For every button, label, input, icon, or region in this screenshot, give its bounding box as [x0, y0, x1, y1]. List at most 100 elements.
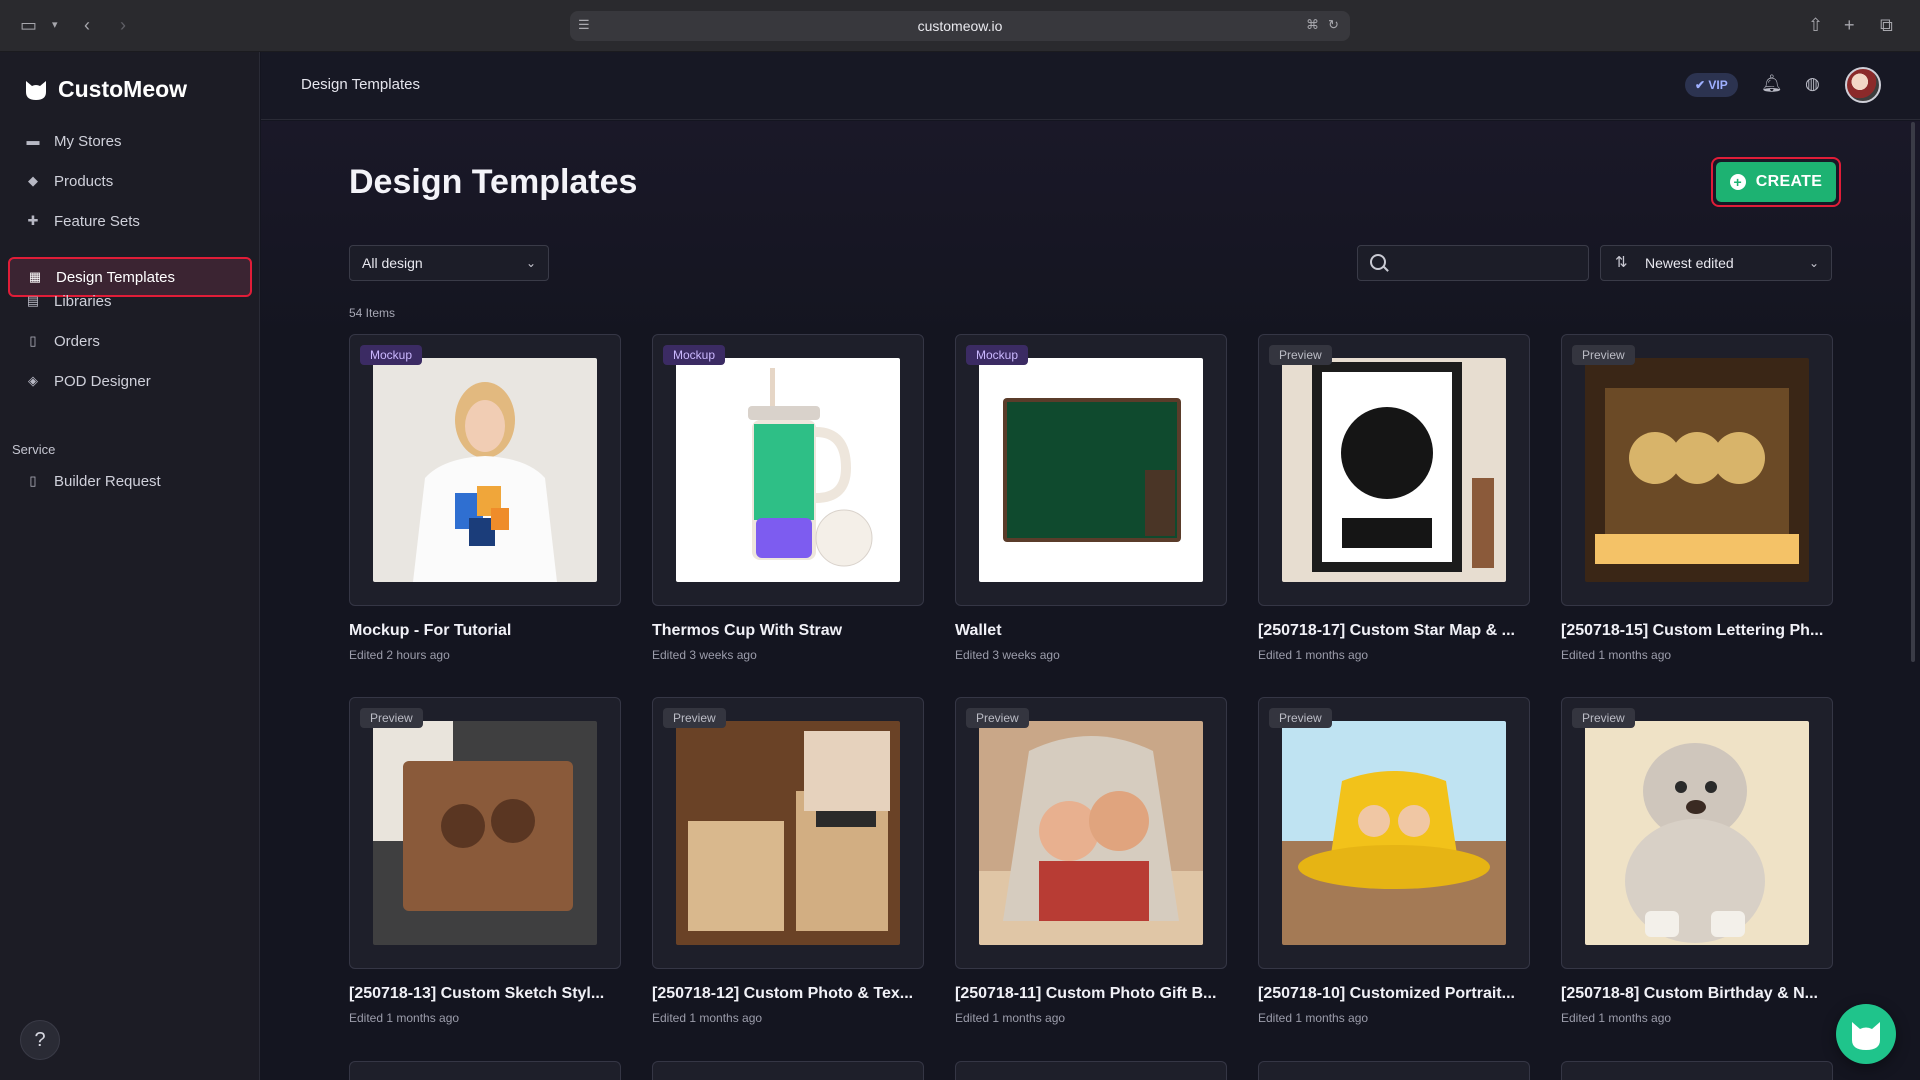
cat-logo-icon	[26, 80, 46, 100]
template-card[interactable]: Preview [250718-8] Custom Birthday & N..…	[1561, 697, 1833, 1025]
tag-icon: ◆	[28, 173, 38, 188]
card-thumbnail[interactable]: Mockup	[349, 334, 621, 606]
chevron-down-icon: ⌄	[1808, 256, 1819, 270]
preview-badge: Preview	[663, 708, 726, 728]
forward-icon[interactable]: ›	[120, 14, 126, 36]
card-edited-time: Edited 2 hours ago	[349, 648, 450, 662]
star-map-frame-image	[1282, 358, 1506, 582]
card-edited-time: Edited 1 months ago	[1561, 1011, 1672, 1025]
design-filter-select[interactable]: All design ⌄	[349, 245, 549, 281]
card-thumbnail[interactable]	[652, 1061, 924, 1080]
section-label-service: Service	[12, 442, 56, 457]
sidebar-item-products[interactable]: ◆ Products	[8, 161, 252, 201]
card-thumbnail[interactable]	[1561, 1061, 1833, 1080]
search-icon	[1370, 254, 1386, 270]
sidebar-toggle-icon[interactable]: ▭	[20, 14, 37, 36]
card-thumbnail[interactable]: Mockup	[955, 334, 1227, 606]
sidebar-item-my-stores[interactable]: ▬ My Stores	[8, 121, 252, 161]
new-tab-icon[interactable]: +	[1844, 14, 1855, 36]
tabs-overview-icon[interactable]: ⧉	[1880, 14, 1893, 36]
template-card[interactable]: Preview [250718-13] Custom Sketch Styl..…	[349, 697, 621, 1025]
mockup-badge: Mockup	[663, 345, 726, 365]
card-thumbnail[interactable]: Mockup	[652, 334, 924, 606]
cat-chat-icon	[1852, 1022, 1880, 1050]
bucket-hat-image	[1282, 721, 1506, 945]
template-card[interactable]: Preview [250718-11] Custom Photo Gift B.…	[955, 697, 1227, 1025]
help-button[interactable]: ?	[20, 1020, 60, 1060]
library-icon: ▤	[26, 293, 40, 308]
tshirt-mockup-image	[373, 358, 597, 582]
sidebar-item-builder-request[interactable]: ▯ Builder Request	[8, 461, 252, 501]
page-title: Design Templates	[349, 163, 638, 201]
globe-icon[interactable]: ◍	[1805, 74, 1820, 94]
template-card[interactable]: Preview [250718-15] Custom Lettering Ph.…	[1561, 334, 1833, 662]
card-title[interactable]: [250718-13] Custom Sketch Styl...	[349, 985, 621, 1003]
vip-check-icon: ✔	[1695, 78, 1709, 92]
translate-icon[interactable]: ⌘	[1306, 17, 1319, 33]
document-icon: ▯	[29, 473, 37, 488]
share-icon[interactable]: ⇧	[1808, 14, 1823, 36]
sidebar-item-label: Orders	[54, 332, 100, 350]
search-input[interactable]	[1396, 246, 1582, 280]
card-title[interactable]: [250718-15] Custom Lettering Ph...	[1561, 622, 1833, 640]
card-title[interactable]: [250718-11] Custom Photo Gift B...	[955, 985, 1227, 1003]
card-thumbnail[interactable]: Preview	[1258, 697, 1530, 969]
sidebar-item-orders[interactable]: ▯ Orders	[8, 321, 252, 361]
chat-button[interactable]	[1836, 1004, 1896, 1064]
scrollbar[interactable]	[1911, 122, 1915, 662]
browser-toolbar: ▭ ▾ ‹ › ☰ customeow.io ⌘ ↻ ⇧ + ⧉	[0, 0, 1920, 52]
card-thumbnail[interactable]: Preview	[1258, 334, 1530, 606]
card-edited-time: Edited 1 months ago	[1258, 1011, 1369, 1025]
main-content: Design Templates + CREATE All design ⌄ ⇅…	[261, 121, 1920, 1080]
preview-badge: Preview	[360, 708, 423, 728]
brand[interactable]: CustoMeow	[24, 76, 187, 103]
card-thumbnail[interactable]	[1258, 1061, 1530, 1080]
sidebar-item-label: Feature Sets	[54, 212, 140, 230]
card-title[interactable]: [250718-12] Custom Photo & Tex...	[652, 985, 924, 1003]
vip-label: VIP	[1708, 78, 1728, 92]
card-thumbnail[interactable]	[955, 1061, 1227, 1080]
template-card[interactable]: Preview [250718-17] Custom Star Map & ..…	[1258, 334, 1530, 662]
card-title[interactable]: Mockup - For Tutorial	[349, 622, 621, 640]
chevron-down-icon[interactable]: ▾	[52, 14, 58, 36]
card-edited-time: Edited 3 weeks ago	[955, 648, 1060, 662]
card-title[interactable]: Thermos Cup With Straw	[652, 622, 924, 640]
search-field[interactable]	[1357, 245, 1589, 281]
sidebar-item-label: My Stores	[54, 132, 122, 150]
card-edited-time: Edited 1 months ago	[1561, 648, 1672, 662]
template-card[interactable]: Mockup Thermos Cup With Straw Edited 3 w…	[652, 334, 924, 662]
card-title[interactable]: [250718-8] Custom Birthday & N...	[1561, 985, 1833, 1003]
sidebar-item-feature-sets[interactable]: ✚ Feature Sets	[8, 201, 252, 241]
card-thumbnail[interactable]: Preview	[349, 697, 621, 969]
bell-icon[interactable]: 🔔︎	[1761, 74, 1783, 94]
card-thumbnail[interactable]: Preview	[652, 697, 924, 969]
template-card[interactable]: Mockup Mockup - For Tutorial Edited 2 ho…	[349, 334, 621, 662]
reload-icon[interactable]: ↻	[1328, 17, 1339, 33]
lettering-photo-lamp-image	[1585, 358, 1809, 582]
create-label: CREATE	[1755, 173, 1823, 190]
preview-badge: Preview	[1572, 345, 1635, 365]
top-header: Design Templates ✔ VIP 🔔︎ ◍	[261, 52, 1920, 120]
sort-select[interactable]: ⇅ Newest edited ⌄	[1600, 245, 1832, 281]
template-card[interactable]: Preview [250718-12] Custom Photo & Tex..…	[652, 697, 924, 1025]
template-card[interactable]: Preview [250718-10] Customized Portrait.…	[1258, 697, 1530, 1025]
create-button[interactable]: + CREATE	[1711, 157, 1841, 207]
mockup-badge: Mockup	[360, 345, 423, 365]
template-card[interactable]: Mockup Wallet Edited 3 weeks ago	[955, 334, 1227, 662]
back-icon[interactable]: ‹	[84, 14, 90, 36]
card-thumbnail[interactable]: Preview	[955, 697, 1227, 969]
card-thumbnail[interactable]: Preview	[1561, 697, 1833, 969]
mockup-badge: Mockup	[966, 345, 1029, 365]
music-box-image	[676, 721, 900, 945]
card-thumbnail[interactable]	[349, 1061, 621, 1080]
avatar[interactable]	[1845, 67, 1881, 103]
sidebar-item-libraries[interactable]: ▤ Libraries	[8, 281, 252, 321]
card-title[interactable]: Wallet	[955, 622, 1227, 640]
sidebar-item-pod-designer[interactable]: ◈ POD Designer	[8, 361, 252, 401]
teddy-bear-image	[1585, 721, 1809, 945]
card-title[interactable]: [250718-10] Customized Portrait...	[1258, 985, 1530, 1003]
vip-badge[interactable]: ✔ VIP	[1685, 73, 1738, 97]
address-bar[interactable]: ☰ customeow.io ⌘ ↻	[570, 11, 1350, 41]
card-thumbnail[interactable]: Preview	[1561, 334, 1833, 606]
card-title[interactable]: [250718-17] Custom Star Map & ...	[1258, 622, 1530, 640]
